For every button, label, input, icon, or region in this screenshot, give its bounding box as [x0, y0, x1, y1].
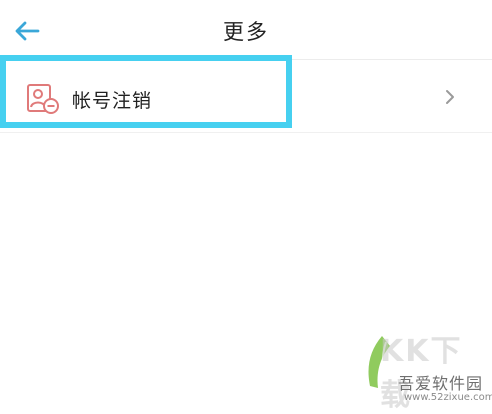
chevron-right-icon	[446, 90, 454, 104]
account-remove-icon	[27, 84, 59, 114]
account-cancellation-label: 帐号注销	[72, 90, 153, 112]
top-bar: 更多	[0, 0, 492, 60]
watermark-title: 吾爱软件园	[398, 374, 484, 393]
watermark-url: www.52zixue.com	[404, 392, 492, 403]
watermark: KK下载 吾爱软件园 www.52zixue.com	[360, 326, 492, 413]
page-title: 更多	[223, 20, 269, 44]
